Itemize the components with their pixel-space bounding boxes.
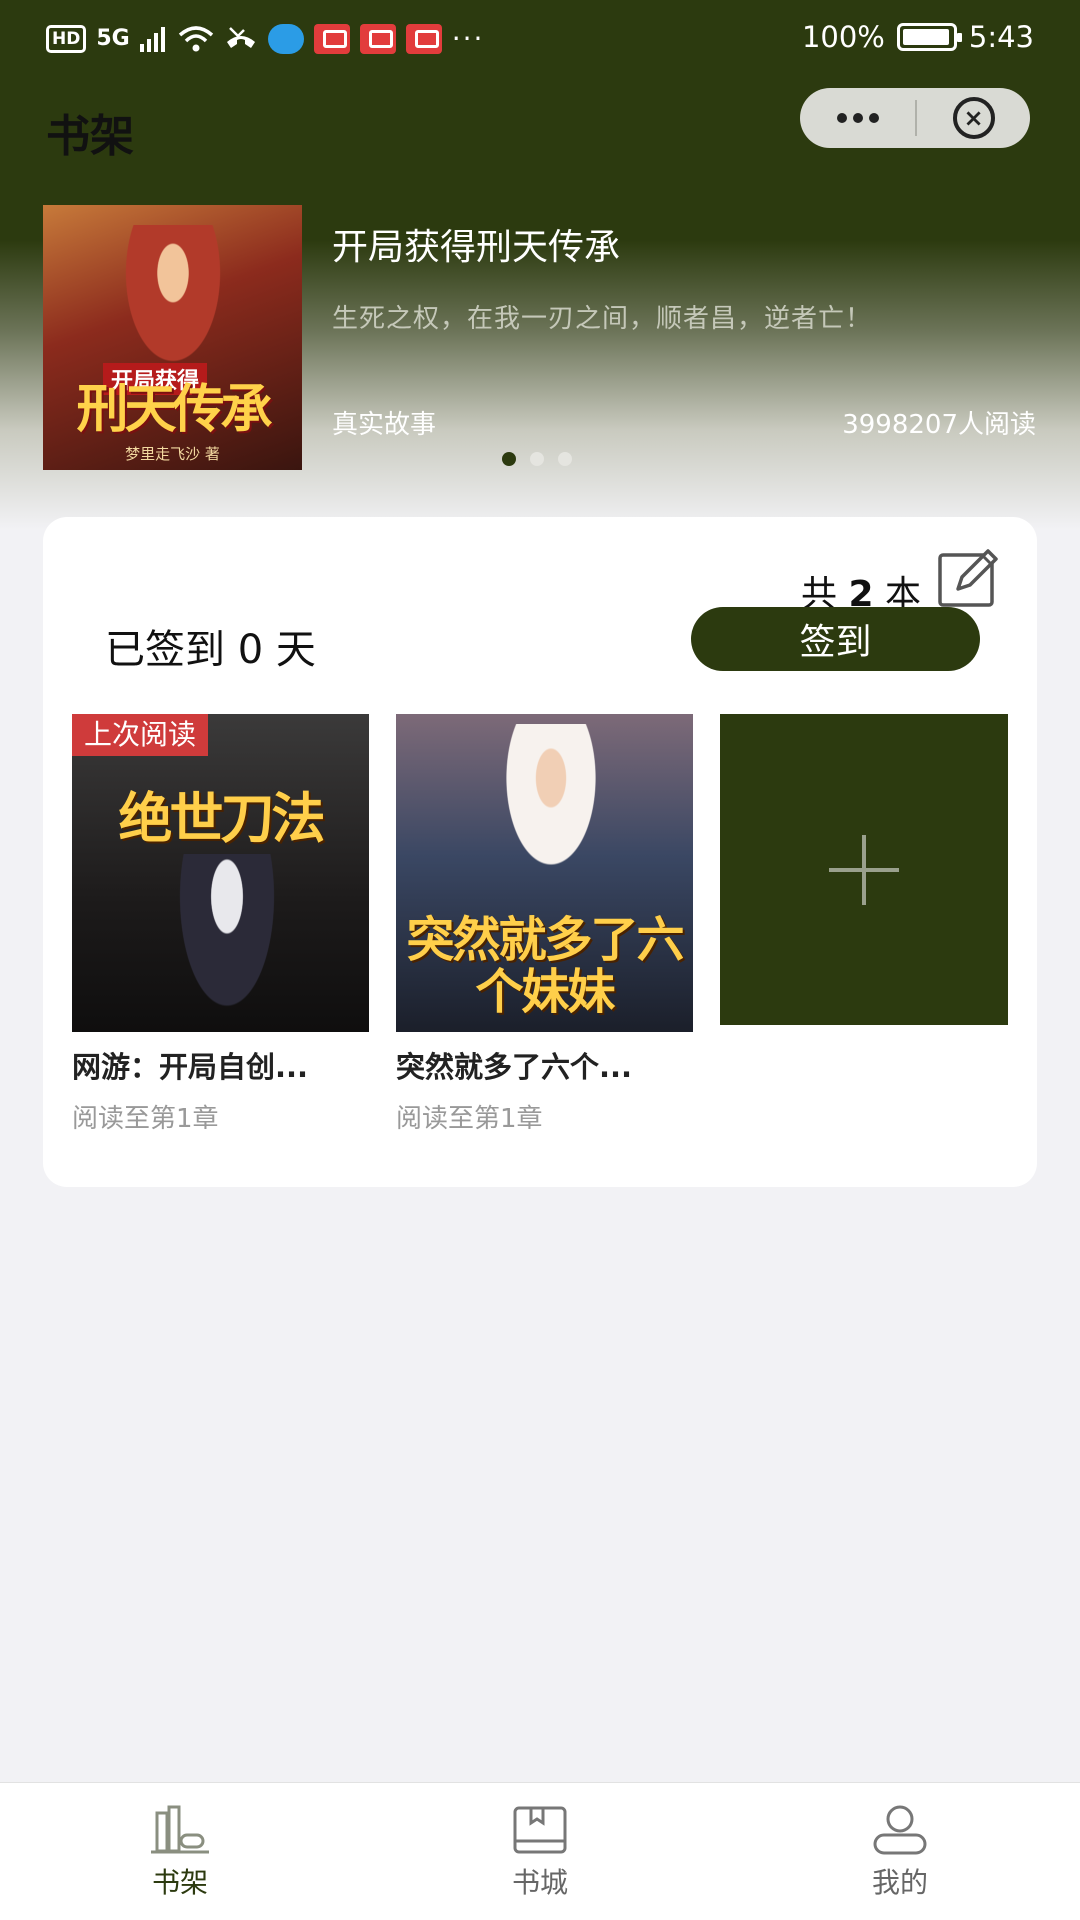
- more-notifications-icon: ···: [451, 22, 485, 55]
- dot-icon: [836, 113, 847, 123]
- book-progress: 阅读至第1章: [396, 1104, 543, 1134]
- dot-icon: [852, 113, 863, 123]
- checkin-button[interactable]: 签到: [691, 607, 980, 671]
- app-notification-icon: [313, 23, 350, 54]
- cover-title: 绝世刀法: [118, 786, 326, 850]
- cover-author: 梦里走飞沙 著: [125, 445, 220, 463]
- book-name[interactable]: 网游：开局自创...: [72, 1044, 369, 1086]
- more-menu-button[interactable]: [800, 113, 915, 123]
- carousel-dot[interactable]: [558, 452, 572, 466]
- book-cover[interactable]: 突然就多了六个妹妹: [396, 714, 693, 1032]
- last-read-tag: 上次阅读: [72, 714, 209, 756]
- book-cover[interactable]: 绝世刀法 上次阅读: [72, 714, 369, 1032]
- signal-icon: [139, 26, 165, 52]
- cover-figure: [113, 225, 233, 385]
- status-bar: HD 5G ··· 100% 5:43: [0, 0, 1080, 80]
- close-button[interactable]: ×: [917, 97, 1030, 139]
- page-title: 书架: [46, 111, 134, 162]
- close-icon: ×: [952, 97, 995, 139]
- tab-label: 书架: [151, 1866, 208, 1899]
- cover-title: 刑天传承: [76, 379, 272, 440]
- user-icon: [873, 1805, 927, 1855]
- carousel-dot[interactable]: [530, 452, 544, 466]
- book-icon: [513, 1806, 567, 1854]
- plus-icon: [829, 834, 899, 905]
- wifi-icon: [178, 25, 213, 51]
- app-notification-icon: [405, 23, 442, 54]
- carousel-dot[interactable]: [502, 452, 516, 466]
- hd-icon: HD: [46, 24, 87, 53]
- banner-book-description: 生死之权，在我一刃之间，顺者昌，逆者亡！: [332, 304, 873, 334]
- battery-percent: 100%: [801, 20, 885, 54]
- missed-call-icon: [226, 26, 255, 48]
- book-item[interactable]: 突然就多了六个妹妹 突然就多了六个... 阅读至第1章: [396, 714, 693, 1135]
- tab-bookshelf[interactable]: 书架: [0, 1783, 360, 1920]
- banner-book-title[interactable]: 开局获得刑天传承: [332, 218, 620, 270]
- book-progress: 阅读至第1章: [72, 1104, 219, 1134]
- book-name[interactable]: 突然就多了六个...: [396, 1044, 693, 1086]
- network-type: 5G: [96, 26, 130, 51]
- cover-figure: [172, 854, 282, 1024]
- banner-read-count: 3998207人阅读: [842, 410, 1036, 440]
- checkin-status: 已签到 0 天: [105, 627, 316, 673]
- tab-label: 书城: [511, 1866, 568, 1899]
- cover-title: 突然就多了六个妹妹: [406, 912, 684, 1020]
- dot-icon: [868, 113, 879, 123]
- tab-label: 我的: [871, 1866, 928, 1899]
- miniapp-capsule: ×: [800, 88, 1030, 148]
- bookshelf-icon: [151, 1805, 209, 1854]
- banner-book-tag: 真实故事: [332, 410, 437, 440]
- battery-icon: [896, 23, 962, 51]
- edit-icon[interactable]: [936, 545, 1002, 611]
- tab-profile[interactable]: 我的: [720, 1783, 1080, 1920]
- add-book-button[interactable]: [720, 714, 1008, 1025]
- clock: 5:43: [968, 20, 1034, 54]
- app-notification-icon: [359, 23, 396, 54]
- app-notification-icon: [267, 23, 304, 54]
- banner-book-cover[interactable]: 开局获得 刑天传承 梦里走飞沙 著: [43, 205, 302, 470]
- carousel-indicator: [502, 452, 572, 466]
- cover-figure: [486, 724, 616, 904]
- book-item[interactable]: 绝世刀法 上次阅读 网游：开局自创... 阅读至第1章: [72, 714, 369, 1135]
- tab-bookstore[interactable]: 书城: [360, 1783, 720, 1920]
- tab-bar: 书架 书城 我的: [0, 1782, 1080, 1920]
- bookshelf-card: 共 2 本 已签到 0 天 签到 绝世刀法 上次阅读 网游：开局自创... 阅读…: [43, 517, 1037, 1187]
